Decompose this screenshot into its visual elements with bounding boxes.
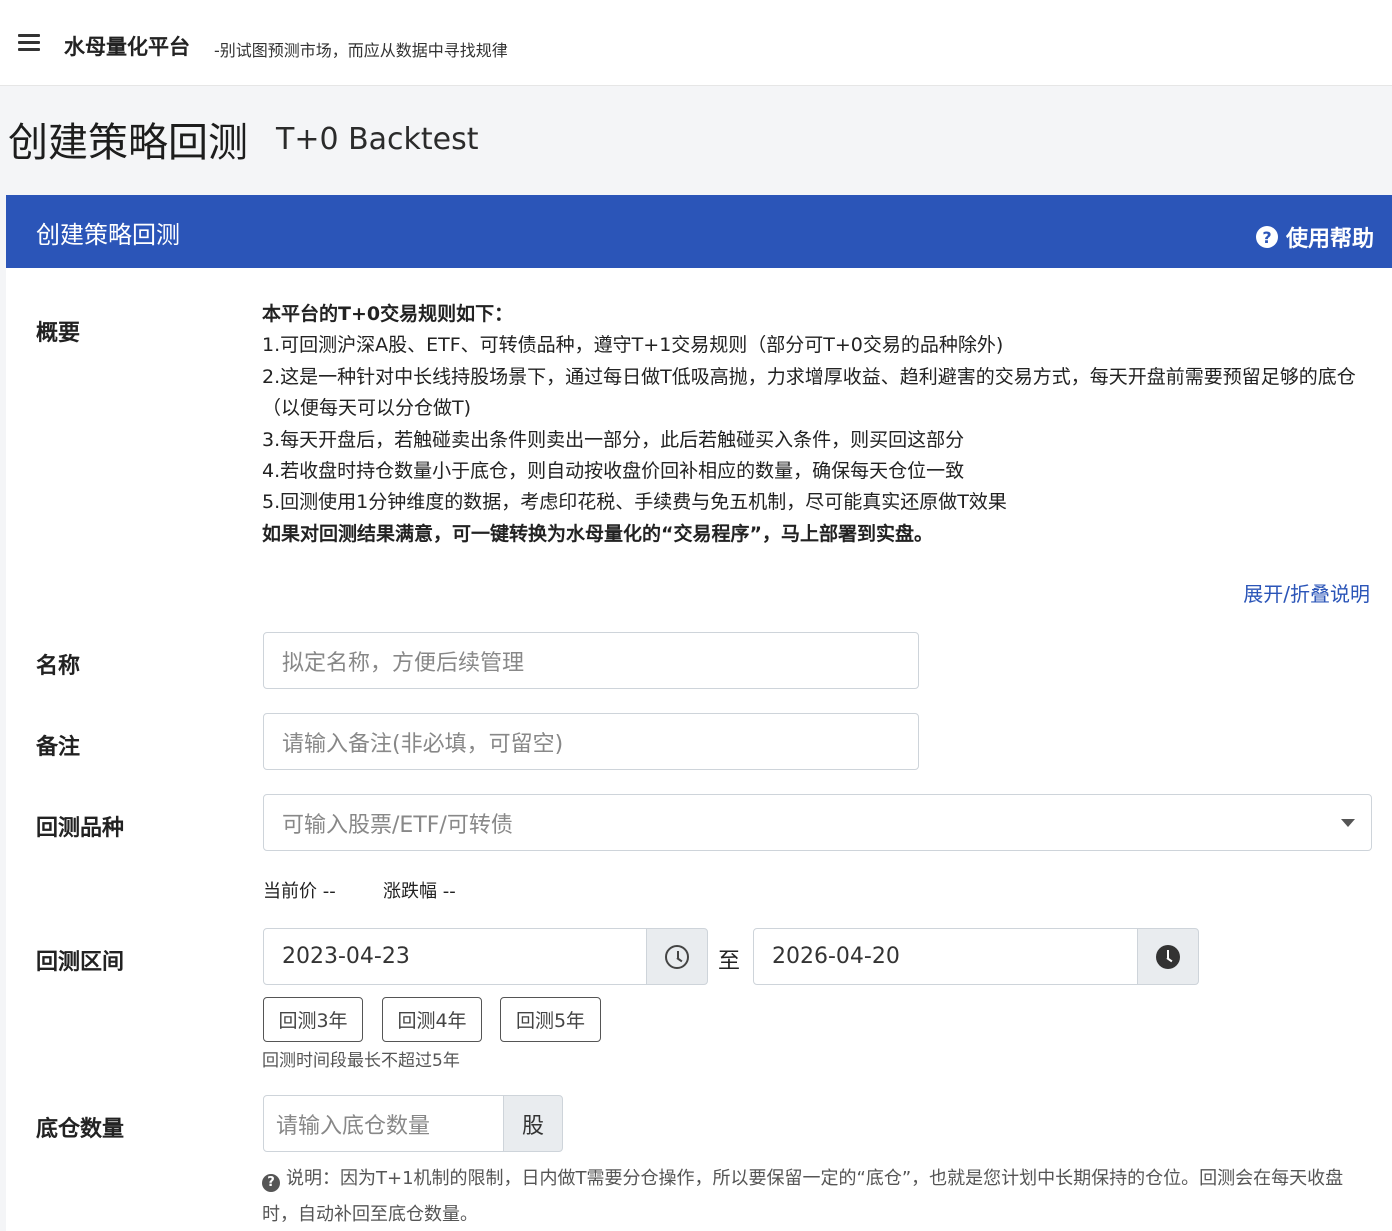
price-change: 涨跌幅 -- bbox=[383, 881, 456, 902]
backtest-3-years-button[interactable]: 回测3年 bbox=[263, 997, 363, 1042]
top-navbar: 水母量化平台 -别试图预测市场，而应从数据中寻找规律 bbox=[0, 0, 1392, 86]
rules-text: 本平台的T+0交易规则如下： 1.可回测沪深A股、ETF、可转债品种，遵守T+1… bbox=[262, 299, 1372, 550]
backtest-4-years-button[interactable]: 回测4年 bbox=[382, 997, 482, 1042]
range-label: 回测区间 bbox=[36, 950, 125, 975]
card-title: 创建策略回测 bbox=[36, 221, 180, 249]
rule-item: 1.可回测沪深A股、ETF、可转债品种，遵守T+1交易规则（部分可T+0交易的品… bbox=[262, 334, 1004, 357]
rule-item: 3.每天开盘后，若触碰卖出条件则卖出一部分，此后若触碰买入条件，则买回这部分 bbox=[262, 428, 965, 451]
name-label: 名称 bbox=[36, 654, 81, 679]
end-date-input[interactable]: 2026-04-20 bbox=[753, 928, 1140, 985]
symbol-label: 回测品种 bbox=[36, 816, 125, 841]
name-input[interactable]: 拟定名称，方便后续管理 bbox=[263, 632, 919, 689]
backtest-form-card: 创建策略回测 ? 使用帮助 概要 本平台的T+0交易规则如下： 1.可回测沪深A… bbox=[6, 195, 1392, 1231]
base-position-unit: 股 bbox=[503, 1095, 563, 1152]
current-price: 当前价 -- bbox=[263, 881, 336, 902]
rules-footer: 如果对回测结果满意，可一键转换为水母量化的“交易程序”，马上部署到实盘。 bbox=[262, 522, 933, 545]
symbol-placeholder: 可输入股票/ETF/可转债 bbox=[282, 812, 513, 838]
brand-tagline: -别试图预测市场，而应从数据中寻找规律 bbox=[214, 41, 508, 60]
hamburger-menu-icon[interactable] bbox=[18, 34, 40, 52]
start-date-input[interactable]: 2023-04-23 bbox=[263, 928, 649, 985]
dropdown-caret-icon bbox=[1341, 819, 1355, 827]
help-link[interactable]: ? 使用帮助 bbox=[1255, 221, 1374, 253]
note-text: 说明：因为T+1机制的限制，日内做T需要分仓操作，所以要保留一定的“底仓”，也就… bbox=[262, 1168, 1344, 1225]
question-circle-icon: ? bbox=[1255, 226, 1278, 248]
card-header: 创建策略回测 ? 使用帮助 bbox=[6, 195, 1392, 268]
question-circle-icon: ? bbox=[262, 1174, 280, 1192]
clock-icon bbox=[665, 944, 689, 969]
rule-item: 2.这是一种针对中长线持股场景下，通过每日做T低吸高抛，力求增厚收益、趋利避害的… bbox=[262, 365, 1356, 420]
rules-heading: 本平台的T+0交易规则如下： bbox=[262, 303, 514, 325]
unit-label: 股 bbox=[521, 1113, 544, 1139]
end-date-picker-button[interactable] bbox=[1137, 928, 1199, 985]
page-subtitle: T+0 Backtest bbox=[276, 122, 479, 157]
overview-label: 概要 bbox=[36, 321, 81, 346]
remark-label: 备注 bbox=[36, 735, 81, 760]
backtest-5-years-button[interactable]: 回测5年 bbox=[500, 997, 601, 1042]
page-title: 创建策略回测 bbox=[8, 120, 248, 166]
base-position-label: 底仓数量 bbox=[36, 1117, 125, 1142]
base-position-input[interactable]: 请输入底仓数量 bbox=[263, 1095, 507, 1152]
help-label: 使用帮助 bbox=[1285, 227, 1374, 252]
range-separator: 至 bbox=[718, 949, 741, 974]
base-position-note: ? 说明：因为T+1机制的限制，日内做T需要分仓操作，所以要保留一定的“底仓”，也… bbox=[262, 1161, 1362, 1231]
rule-item: 5.回测使用1分钟维度的数据，考虑印花税、手续费与免五机制，尽可能真实还原做T效… bbox=[262, 491, 1007, 514]
remark-input[interactable]: 请输入备注(非必填，可留空) bbox=[263, 713, 919, 770]
clock-icon bbox=[1156, 944, 1180, 969]
symbol-select[interactable]: 可输入股票/ETF/可转债 bbox=[263, 794, 1372, 851]
range-hint: 回测时间段最长不超过5年 bbox=[262, 1051, 460, 1071]
toggle-description-link[interactable]: 展开/折叠说明 bbox=[1243, 578, 1370, 607]
rule-item: 4.若收盘时持仓数量小于底仓，则自动按收盘价回补相应的数量，确保每天仓位一致 bbox=[262, 460, 965, 483]
start-date-picker-button[interactable] bbox=[646, 928, 708, 985]
brand-name[interactable]: 水母量化平台 bbox=[64, 31, 190, 61]
